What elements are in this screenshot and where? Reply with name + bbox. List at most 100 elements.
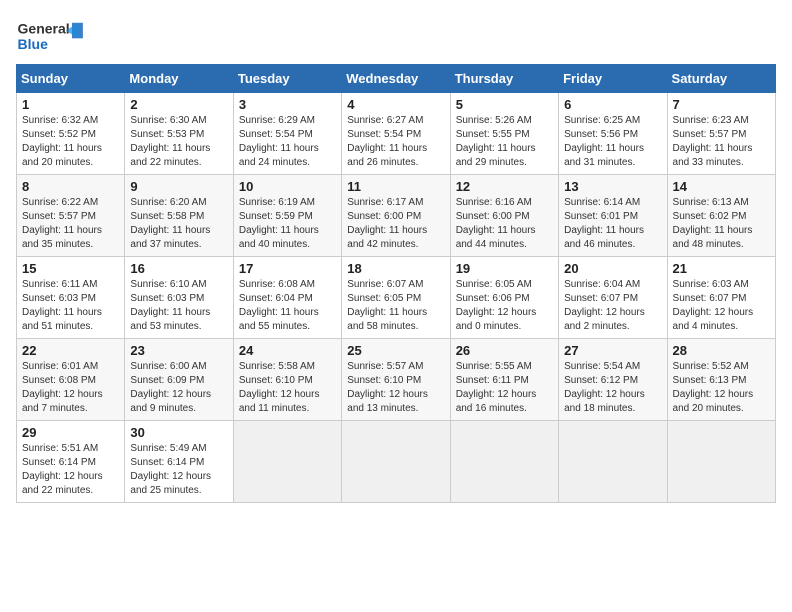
day-info: Sunrise: 5:49 AM Sunset: 6:14 PM Dayligh… xyxy=(130,442,227,498)
calendar-cell xyxy=(667,421,775,503)
day-info: Sunrise: 6:14 AM Sunset: 6:01 PM Dayligh… xyxy=(564,196,661,252)
day-info: Sunrise: 6:20 AM Sunset: 5:58 PM Dayligh… xyxy=(130,196,227,252)
day-info: Sunrise: 5:55 AM Sunset: 6:11 PM Dayligh… xyxy=(456,360,553,416)
calendar-cell: 7 Sunrise: 6:23 AM Sunset: 5:57 PM Daylig… xyxy=(667,93,775,175)
day-info: Sunrise: 6:25 AM Sunset: 5:56 PM Dayligh… xyxy=(564,114,661,170)
calendar-cell: 23 Sunrise: 6:00 AM Sunset: 6:09 PM Dayli… xyxy=(125,339,233,421)
day-number: 12 xyxy=(456,179,553,194)
day-number: 1 xyxy=(22,97,119,112)
calendar-week-row: 29 Sunrise: 5:51 AM Sunset: 6:14 PM Dayli… xyxy=(17,421,776,503)
calendar-cell: 4Sunrise: 6:27 AM Sunset: 5:54 PM Daylig… xyxy=(342,93,450,175)
day-info: Sunrise: 6:10 AM Sunset: 6:03 PM Dayligh… xyxy=(130,278,227,334)
column-header-tuesday: Tuesday xyxy=(233,65,341,93)
calendar-cell: 18 Sunrise: 6:07 AM Sunset: 6:05 PM Dayli… xyxy=(342,257,450,339)
day-number: 17 xyxy=(239,261,336,276)
day-number: 19 xyxy=(456,261,553,276)
day-info: Sunrise: 6:13 AM Sunset: 6:02 PM Dayligh… xyxy=(673,196,770,252)
calendar-cell: 24Sunrise: 5:58 AM Sunset: 6:10 PM Dayli… xyxy=(233,339,341,421)
page-header: General Blue xyxy=(16,16,776,56)
day-number: 14 xyxy=(673,179,770,194)
day-info: Sunrise: 5:58 AM Sunset: 6:10 PM Dayligh… xyxy=(239,360,336,416)
day-number: 26 xyxy=(456,343,553,358)
day-info: Sunrise: 6:04 AM Sunset: 6:07 PM Dayligh… xyxy=(564,278,661,334)
day-info: Sunrise: 6:17 AM Sunset: 6:00 PM Dayligh… xyxy=(347,196,444,252)
calendar-header-row: SundayMondayTuesdayWednesdayThursdayFrid… xyxy=(17,65,776,93)
calendar-cell: 25 Sunrise: 5:57 AM Sunset: 6:10 PM Dayli… xyxy=(342,339,450,421)
day-number: 29 xyxy=(22,425,119,440)
calendar-table: SundayMondayTuesdayWednesdayThursdayFrid… xyxy=(16,64,776,503)
day-info: Sunrise: 6:07 AM Sunset: 6:05 PM Dayligh… xyxy=(347,278,444,334)
calendar-cell: 28Sunrise: 5:52 AM Sunset: 6:13 PM Dayli… xyxy=(667,339,775,421)
column-header-wednesday: Wednesday xyxy=(342,65,450,93)
day-number: 2 xyxy=(130,97,227,112)
calendar-cell: 13 Sunrise: 6:14 AM Sunset: 6:01 PM Dayli… xyxy=(559,175,667,257)
calendar-cell: 19 Sunrise: 6:05 AM Sunset: 6:06 PM Dayli… xyxy=(450,257,558,339)
day-info: Sunrise: 6:00 AM Sunset: 6:09 PM Dayligh… xyxy=(130,360,227,416)
column-header-monday: Monday xyxy=(125,65,233,93)
svg-text:Blue: Blue xyxy=(18,36,49,52)
calendar-week-row: 22 Sunrise: 6:01 AM Sunset: 6:08 PM Dayli… xyxy=(17,339,776,421)
calendar-cell: 9Sunrise: 6:20 AM Sunset: 5:58 PM Daylig… xyxy=(125,175,233,257)
calendar-cell: 6 Sunrise: 6:25 AM Sunset: 5:56 PM Daylig… xyxy=(559,93,667,175)
day-info: Sunrise: 6:01 AM Sunset: 6:08 PM Dayligh… xyxy=(22,360,119,416)
day-number: 16 xyxy=(130,261,227,276)
calendar-cell: 2Sunrise: 6:30 AM Sunset: 5:53 PM Daylig… xyxy=(125,93,233,175)
calendar-cell: 16 Sunrise: 6:10 AM Sunset: 6:03 PM Dayli… xyxy=(125,257,233,339)
calendar-cell: 21Sunrise: 6:03 AM Sunset: 6:07 PM Dayli… xyxy=(667,257,775,339)
calendar-week-row: 15 Sunrise: 6:11 AM Sunset: 6:03 PM Dayli… xyxy=(17,257,776,339)
calendar-cell xyxy=(450,421,558,503)
day-number: 13 xyxy=(564,179,661,194)
calendar-cell: 22 Sunrise: 6:01 AM Sunset: 6:08 PM Dayli… xyxy=(17,339,125,421)
column-header-sunday: Sunday xyxy=(17,65,125,93)
day-number: 30 xyxy=(130,425,227,440)
day-number: 21 xyxy=(673,261,770,276)
calendar-week-row: 8Sunrise: 6:22 AM Sunset: 5:57 PM Daylig… xyxy=(17,175,776,257)
day-number: 4 xyxy=(347,97,444,112)
calendar-cell: 3Sunrise: 6:29 AM Sunset: 5:54 PM Daylig… xyxy=(233,93,341,175)
day-info: Sunrise: 5:51 AM Sunset: 6:14 PM Dayligh… xyxy=(22,442,119,498)
calendar-cell: 11 Sunrise: 6:17 AM Sunset: 6:00 PM Dayli… xyxy=(342,175,450,257)
day-number: 7 xyxy=(673,97,770,112)
day-number: 22 xyxy=(22,343,119,358)
day-number: 6 xyxy=(564,97,661,112)
logo: General Blue xyxy=(16,16,86,56)
day-number: 27 xyxy=(564,343,661,358)
calendar-cell: 1 Sunrise: 6:32 AM Sunset: 5:52 PM Daylig… xyxy=(17,93,125,175)
day-number: 10 xyxy=(239,179,336,194)
day-number: 5 xyxy=(456,97,553,112)
calendar-cell: 27Sunrise: 5:54 AM Sunset: 6:12 PM Dayli… xyxy=(559,339,667,421)
day-number: 28 xyxy=(673,343,770,358)
calendar-cell: 26 Sunrise: 5:55 AM Sunset: 6:11 PM Dayli… xyxy=(450,339,558,421)
day-info: Sunrise: 6:22 AM Sunset: 5:57 PM Dayligh… xyxy=(22,196,119,252)
day-info: Sunrise: 6:32 AM Sunset: 5:52 PM Dayligh… xyxy=(22,114,119,170)
calendar-cell: 17 Sunrise: 6:08 AM Sunset: 6:04 PM Dayli… xyxy=(233,257,341,339)
column-header-saturday: Saturday xyxy=(667,65,775,93)
day-number: 25 xyxy=(347,343,444,358)
calendar-cell xyxy=(342,421,450,503)
calendar-cell: 10 Sunrise: 6:19 AM Sunset: 5:59 PM Dayli… xyxy=(233,175,341,257)
calendar-cell xyxy=(233,421,341,503)
calendar-week-row: 1 Sunrise: 6:32 AM Sunset: 5:52 PM Daylig… xyxy=(17,93,776,175)
calendar-cell: 8Sunrise: 6:22 AM Sunset: 5:57 PM Daylig… xyxy=(17,175,125,257)
day-info: Sunrise: 6:05 AM Sunset: 6:06 PM Dayligh… xyxy=(456,278,553,334)
logo-svg: General Blue xyxy=(16,16,86,56)
day-info: Sunrise: 5:26 AM Sunset: 5:55 PM Dayligh… xyxy=(456,114,553,170)
day-info: Sunrise: 5:57 AM Sunset: 6:10 PM Dayligh… xyxy=(347,360,444,416)
calendar-cell: 20 Sunrise: 6:04 AM Sunset: 6:07 PM Dayli… xyxy=(559,257,667,339)
column-header-friday: Friday xyxy=(559,65,667,93)
calendar-cell: 5 Sunrise: 5:26 AM Sunset: 5:55 PM Daylig… xyxy=(450,93,558,175)
day-number: 11 xyxy=(347,179,444,194)
calendar-cell xyxy=(559,421,667,503)
day-number: 15 xyxy=(22,261,119,276)
calendar-cell: 30 Sunrise: 5:49 AM Sunset: 6:14 PM Dayli… xyxy=(125,421,233,503)
day-info: Sunrise: 6:11 AM Sunset: 6:03 PM Dayligh… xyxy=(22,278,119,334)
day-info: Sunrise: 6:23 AM Sunset: 5:57 PM Dayligh… xyxy=(673,114,770,170)
calendar-cell: 12Sunrise: 6:16 AM Sunset: 6:00 PM Dayli… xyxy=(450,175,558,257)
day-info: Sunrise: 6:19 AM Sunset: 5:59 PM Dayligh… xyxy=(239,196,336,252)
day-number: 20 xyxy=(564,261,661,276)
day-info: Sunrise: 6:08 AM Sunset: 6:04 PM Dayligh… xyxy=(239,278,336,334)
calendar-cell: 15 Sunrise: 6:11 AM Sunset: 6:03 PM Dayli… xyxy=(17,257,125,339)
column-header-thursday: Thursday xyxy=(450,65,558,93)
day-number: 23 xyxy=(130,343,227,358)
day-number: 18 xyxy=(347,261,444,276)
